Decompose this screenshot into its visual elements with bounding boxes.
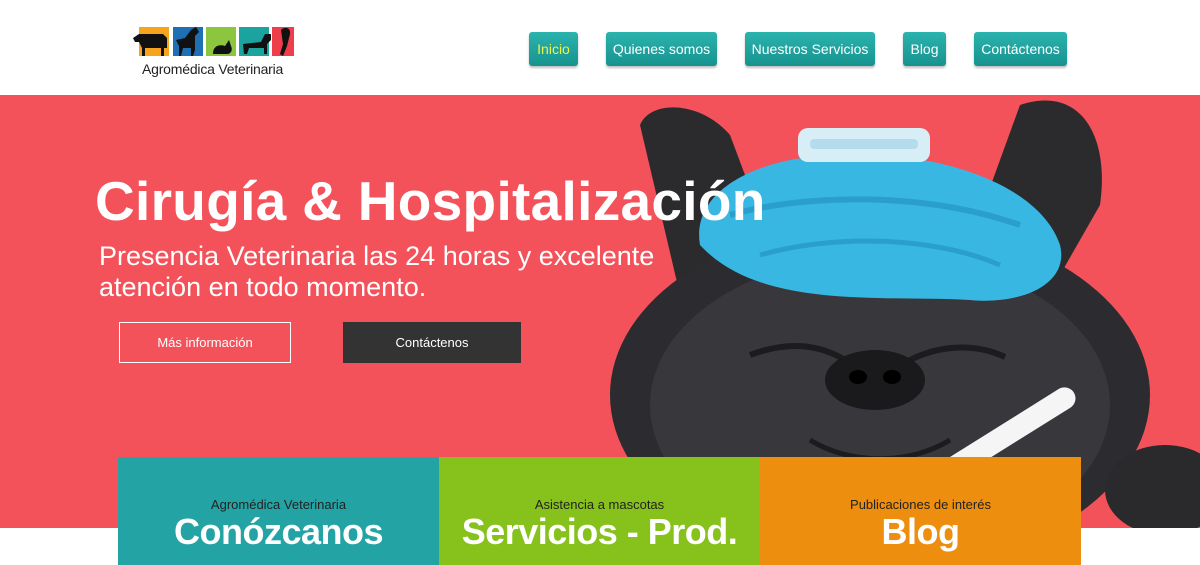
nav-item-quienes-somos[interactable]: Quienes somos — [606, 32, 717, 66]
tile-conozcanos[interactable]: Agromédica Veterinaria Conózcanos — [118, 457, 439, 565]
main-nav: Inicio Quienes somos Nuestros Servicios … — [0, 32, 1200, 68]
tile-title: Servicios - Prod. — [461, 511, 738, 552]
nav-item-contactenos[interactable]: Contáctenos — [974, 32, 1067, 66]
tile-subtitle: Asistencia a mascotas — [534, 497, 665, 512]
tile-blog[interactable]: Publicaciones de interés Blog — [760, 457, 1081, 565]
contact-button[interactable]: Contáctenos — [343, 322, 521, 363]
nav-item-blog[interactable]: Blog — [903, 32, 946, 66]
hero-subtitle: Presencia Veterinaria las 24 horas y exc… — [99, 241, 655, 302]
tile-subtitle: Agromédica Veterinaria — [210, 497, 347, 512]
tile-subtitle: Publicaciones de interés — [850, 497, 991, 512]
more-info-button[interactable]: Más información — [119, 322, 291, 363]
hero-title: Cirugía & Hospitalización — [95, 170, 766, 232]
site-header: Agromédica Veterinaria Inicio Quienes so… — [0, 0, 1200, 95]
nav-item-inicio[interactable]: Inicio — [529, 32, 578, 66]
tile-title: Blog — [881, 511, 960, 552]
nav-item-nuestros-servicios[interactable]: Nuestros Servicios — [745, 32, 875, 66]
tile-servicios[interactable]: Asistencia a mascotas Servicios - Prod. — [439, 457, 760, 565]
tile-title: Conózcanos — [173, 511, 384, 552]
